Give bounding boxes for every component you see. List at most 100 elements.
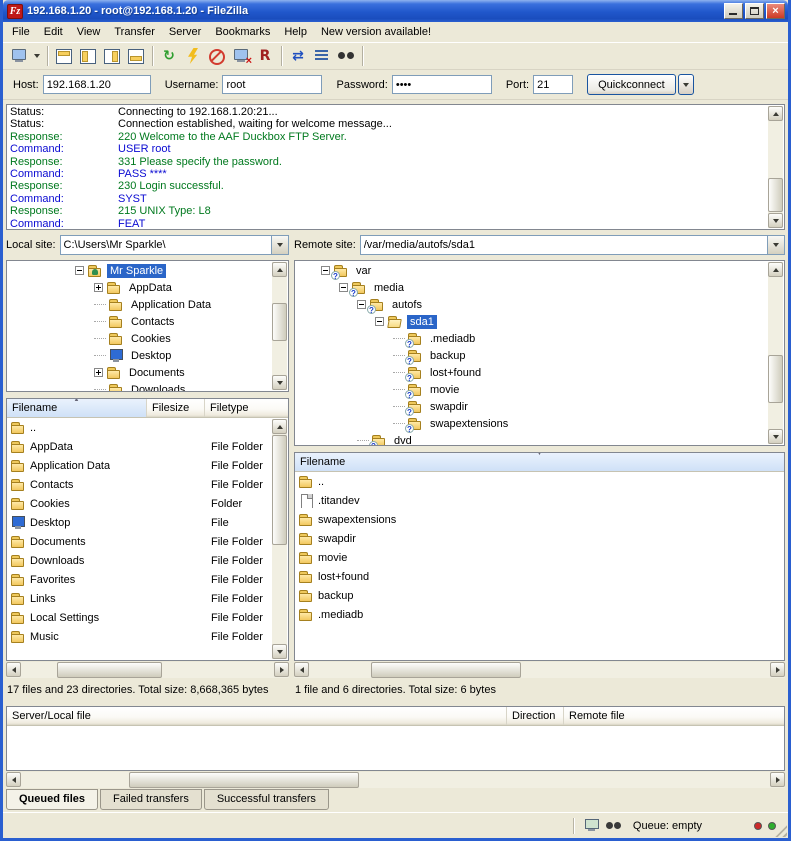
scroll-up-button[interactable]	[768, 106, 783, 121]
host-input[interactable]	[43, 75, 151, 94]
file-row-[interactable]: ..	[295, 472, 784, 491]
column-header-filesize[interactable]: Filesize	[147, 399, 205, 417]
scroll-thumb[interactable]	[768, 355, 783, 403]
disconnect-button[interactable]: ×	[229, 45, 253, 67]
tree-item-autofs[interactable]: ?autofs	[295, 296, 768, 313]
file-row-lost-found[interactable]: lost+found	[295, 567, 784, 586]
toggle-remote-tree-button[interactable]	[100, 45, 124, 67]
tree-item-mr-sparkle[interactable]: Mr Sparkle	[7, 262, 272, 279]
tree-item-downloads[interactable]: Downloads	[7, 381, 272, 391]
file-row-swapdir[interactable]: swapdir	[295, 529, 784, 548]
local-site-combobox[interactable]: C:\Users\Mr Sparkle\	[60, 235, 289, 255]
scroll-track[interactable]	[768, 277, 783, 429]
remote-horizontal-scrollbar[interactable]	[294, 662, 785, 678]
expand-icon[interactable]	[94, 283, 103, 292]
tree-item-backup[interactable]: ?backup	[295, 347, 768, 364]
scroll-track[interactable]	[309, 662, 770, 678]
remote-site-dropdown-button[interactable]	[767, 236, 784, 254]
minimize-button[interactable]	[724, 3, 743, 19]
collapse-icon[interactable]	[357, 300, 366, 309]
tree-item-movie[interactable]: ?movie	[295, 381, 768, 398]
process-queue-button[interactable]	[181, 45, 205, 67]
tree-item-var[interactable]: ?var	[295, 262, 768, 279]
file-row-cookies[interactable]: CookiesFolder	[7, 494, 273, 513]
tree-item-desktop[interactable]: Desktop	[7, 347, 272, 364]
scroll-left-button[interactable]	[294, 662, 309, 677]
remote-tree-vertical-scrollbar[interactable]	[768, 262, 783, 444]
scroll-right-button[interactable]	[770, 662, 785, 677]
scroll-track[interactable]	[21, 662, 274, 678]
quickconnect-dropdown-button[interactable]	[678, 74, 694, 95]
expand-icon[interactable]	[94, 368, 103, 377]
tree-item-mediadb[interactable]: ?.mediadb	[295, 330, 768, 347]
tab-successful-transfers[interactable]: Successful transfers	[204, 789, 329, 810]
scroll-thumb[interactable]	[371, 662, 521, 678]
file-row-swapextensions[interactable]: swapextensions	[295, 510, 784, 529]
tab-queued-files[interactable]: Queued files	[6, 789, 98, 810]
local-tree-vertical-scrollbar[interactable]	[272, 262, 287, 390]
tree-item-cookies[interactable]: Cookies	[7, 330, 272, 347]
close-button[interactable]: ×	[766, 3, 785, 19]
column-header-server-local-file[interactable]: Server/Local file	[7, 707, 507, 725]
scroll-right-button[interactable]	[770, 772, 785, 787]
scroll-down-button[interactable]	[272, 375, 287, 390]
tree-item-dvd[interactable]: ?dvd	[295, 432, 768, 445]
scroll-track[interactable]	[768, 121, 783, 213]
scroll-left-button[interactable]	[6, 772, 21, 787]
scroll-down-button[interactable]	[768, 429, 783, 444]
file-row-local-settings[interactable]: Local SettingsFile Folder	[7, 608, 273, 627]
scroll-down-button[interactable]	[768, 213, 783, 228]
menu-item-edit[interactable]: Edit	[37, 23, 70, 41]
scroll-up-button[interactable]	[272, 262, 287, 277]
toggle-transfer-queue-button[interactable]	[124, 45, 148, 67]
menu-item-help[interactable]: Help	[277, 23, 314, 41]
file-row-application-data[interactable]: Application DataFile Folder	[7, 456, 273, 475]
find-files-button[interactable]	[334, 45, 358, 67]
scroll-down-button[interactable]	[272, 644, 287, 659]
scroll-up-button[interactable]	[272, 419, 287, 434]
synchronized-browsing-button[interactable]	[310, 45, 334, 67]
queue-horizontal-scrollbar[interactable]	[6, 772, 785, 788]
port-input[interactable]	[533, 75, 573, 94]
column-header-remote-file[interactable]: Remote file	[564, 707, 784, 725]
menu-item-view[interactable]: View	[70, 23, 108, 41]
collapse-icon[interactable]	[375, 317, 384, 326]
file-row-movie[interactable]: movie	[295, 548, 784, 567]
local-horizontal-scrollbar[interactable]	[6, 662, 289, 678]
toggle-message-log-button[interactable]	[52, 45, 76, 67]
column-header-direction[interactable]: Direction	[507, 707, 564, 725]
collapse-icon[interactable]	[339, 283, 348, 292]
menu-item-file[interactable]: File	[5, 23, 37, 41]
collapse-icon[interactable]	[75, 266, 84, 275]
tab-failed-transfers[interactable]: Failed transfers	[100, 789, 202, 810]
file-row-links[interactable]: LinksFile Folder	[7, 589, 273, 608]
tree-item-sda1[interactable]: sda1	[295, 313, 768, 330]
tree-item-documents[interactable]: Documents	[7, 364, 272, 381]
scroll-right-button[interactable]	[274, 662, 289, 677]
log-vertical-scrollbar[interactable]	[768, 106, 783, 228]
scroll-left-button[interactable]	[6, 662, 21, 677]
cancel-button[interactable]	[205, 45, 229, 67]
scroll-track[interactable]	[21, 772, 770, 788]
file-row-contacts[interactable]: ContactsFile Folder	[7, 475, 273, 494]
scroll-thumb[interactable]	[129, 772, 359, 788]
title-bar[interactable]: Fz 192.168.1.20 - root@192.168.1.20 - Fi…	[3, 0, 788, 22]
scroll-thumb[interactable]	[272, 303, 287, 341]
password-input[interactable]	[392, 75, 492, 94]
column-header-filename[interactable]: Filename▲	[7, 399, 147, 417]
tree-item-lost-found[interactable]: ?lost+found	[295, 364, 768, 381]
toggle-local-tree-button[interactable]	[76, 45, 100, 67]
reconnect-button[interactable]: R	[253, 45, 277, 67]
scroll-thumb[interactable]	[57, 662, 162, 678]
tree-item-swapextensions[interactable]: ?swapextensions	[295, 415, 768, 432]
file-row-downloads[interactable]: DownloadsFile Folder	[7, 551, 273, 570]
file-row-backup[interactable]: backup	[295, 586, 784, 605]
tree-item-swapdir[interactable]: ?swapdir	[295, 398, 768, 415]
username-input[interactable]	[222, 75, 322, 94]
scroll-track[interactable]	[272, 434, 287, 644]
maximize-button[interactable]	[745, 3, 764, 19]
file-row-[interactable]: ..	[7, 418, 273, 437]
local-list-vertical-scrollbar[interactable]	[272, 419, 287, 659]
file-row-favorites[interactable]: FavoritesFile Folder	[7, 570, 273, 589]
quickconnect-button[interactable]: Quickconnect	[587, 74, 676, 95]
